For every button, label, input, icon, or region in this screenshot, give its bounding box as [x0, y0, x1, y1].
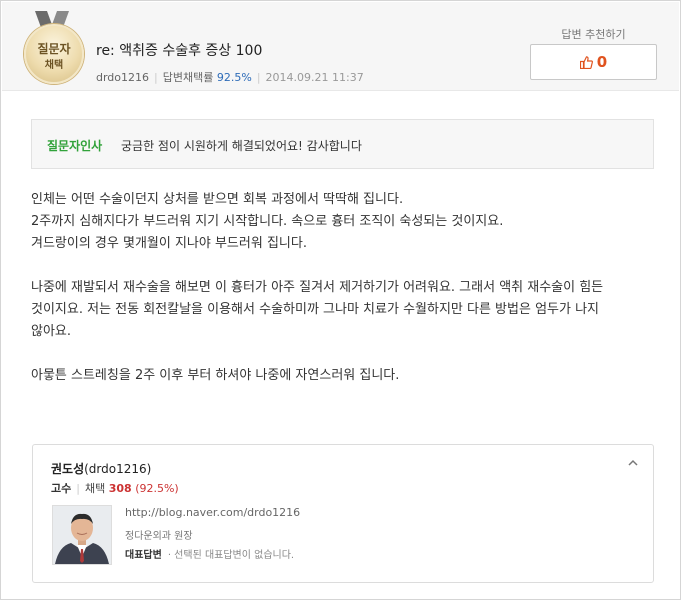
rep-answer-label: 대표답변: [125, 550, 162, 561]
answerer-name[interactable]: 권도성(drdo1216): [51, 460, 151, 477]
answer-paragraph-1: 인체는 어떤 수술이던지 상처를 받으면 회복 과정에서 딱딱해 집니다. 2주…: [31, 189, 653, 255]
meta-divider: |: [256, 71, 261, 84]
rank-divider: |: [76, 482, 80, 495]
adoption-label: 답변채택률: [162, 71, 214, 84]
answer-line: 겨드랑이의 경우 몇개월이 지나야 부드러워 집니다.: [31, 236, 307, 251]
answer-paragraph-2: 나중에 재발되서 재수술을 해보면 이 흉터가 아주 질겨서 제거하기가 어려워…: [31, 277, 653, 343]
answerer-name-text: 권도성: [51, 462, 85, 476]
rep-answer-text: · 선택된 대표답변이 없습니다.: [167, 550, 295, 561]
recommend-count: 0: [596, 53, 608, 71]
answerer-clinic: 정다운외과 원장: [125, 531, 193, 542]
greeting-label: 질문자인사: [47, 139, 103, 153]
meta-divider: |: [154, 71, 158, 84]
answer-datetime: 2014.09.21 11:37: [265, 71, 364, 84]
answerer-profile-card: 권도성(drdo1216) 고수 | 채택 308 (92.5%) http://b…: [32, 444, 654, 583]
representative-answer: 대표답변 · 선택된 대표답변이 없습니다.: [125, 546, 294, 561]
answerer-grade: 고수: [51, 482, 72, 495]
title-prefix: re:: [96, 43, 115, 59]
recommend-button[interactable]: 0: [530, 44, 657, 80]
medal-line1: 질문자: [37, 42, 71, 56]
thumbs-up-icon: [579, 56, 593, 70]
answer-paragraph-3: 아뭏튼 스트레칭을 2주 이후 부터 하셔야 나중에 자연스러워 집니다.: [31, 365, 653, 387]
answerer-avatar[interactable]: [52, 505, 112, 565]
answer-line: 것이지요. 저는 전동 회전칼날을 이용해서 수술하미까 그나마 치료가 수월하…: [31, 302, 600, 317]
recommend-label: 답변 추천하기: [561, 28, 626, 41]
answer-line: 않아요.: [31, 324, 72, 339]
author-id-link[interactable]: drdo1216: [96, 71, 149, 84]
title-text: 액취증 수술후 증상 100: [119, 43, 263, 59]
medal-line2: 채택: [44, 60, 64, 71]
answer-line: 2주까지 심해지다가 부드러워 지기 시작합니다. 속으로 흉터 조직이 숙성되…: [31, 214, 504, 229]
adopt-label: 채택: [84, 482, 106, 495]
greeting-text: 궁금한 점이 시원하게 해결되었어요! 감사합니다: [121, 139, 362, 153]
adopt-percent: (92.5%): [135, 482, 179, 495]
answerer-rank: 고수 | 채택 308 (92.5%): [51, 480, 179, 496]
answer-line: 아뭏튼 스트레칭을 2주 이후 부터 하셔야 나중에 자연스러워 집니다.: [31, 368, 400, 383]
answer-meta: drdo1216 | 답변채택률 92.5% | 2014.09.21 11:37: [96, 69, 364, 85]
answer-line: 나중에 재발되서 재수술을 해보면 이 흉터가 아주 질겨서 제거하기가 어려워…: [31, 280, 604, 295]
blog-link[interactable]: http://blog.naver.com/drdo1216: [125, 506, 300, 519]
chevron-up-icon[interactable]: [628, 459, 638, 466]
adopted-medal-icon: 질문자 채택: [24, 24, 84, 84]
answerer-handle: (drdo1216): [84, 462, 152, 476]
answer-panel: 질문자 채택 re: 액취증 수술후 증상 100 drdo1216 | 답변채택률…: [0, 0, 681, 600]
answer-title: re: 액취증 수술후 증상 100: [96, 40, 262, 60]
answer-line: 인체는 어떤 수술이던지 상처를 받으면 회복 과정에서 딱딱해 집니다.: [31, 192, 404, 207]
adopt-count: 308: [108, 482, 132, 495]
adoption-rate: 92.5%: [216, 71, 252, 84]
answer-header: 질문자 채택 re: 액취증 수술후 증상 100 drdo1216 | 답변채택률…: [2, 2, 679, 91]
questioner-greeting-box: 질문자인사 궁금한 점이 시원하게 해결되었어요! 감사합니다: [31, 119, 654, 169]
